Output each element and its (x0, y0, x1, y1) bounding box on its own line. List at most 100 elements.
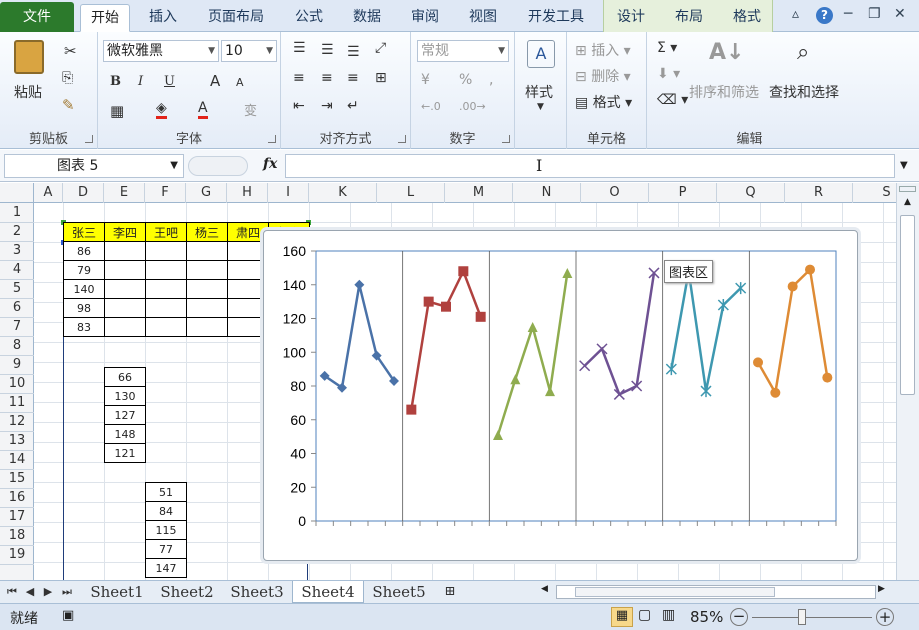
table-cell[interactable]: 147 (145, 558, 187, 578)
format-painter-icon[interactable]: ✎ (62, 96, 75, 114)
styles-button[interactable]: 样式 (525, 82, 553, 102)
insert-cells-button[interactable]: ⊞ 插入 ▾ (575, 40, 631, 60)
tab-file[interactable]: 文件 (0, 2, 74, 32)
table-cell[interactable] (104, 241, 146, 261)
align-middle-icon[interactable]: ☰ (321, 42, 334, 58)
row-header[interactable]: 19 (0, 545, 34, 565)
table-cell[interactable] (104, 317, 146, 337)
page-break-view-icon[interactable]: ▥ (662, 607, 675, 623)
shrink-font-button[interactable]: A (236, 76, 244, 89)
column-header[interactable]: A (34, 183, 63, 203)
sheet-tab[interactable]: Sheet3 (222, 581, 292, 603)
borders-icon[interactable]: ▦ (110, 102, 124, 120)
format-cells-button[interactable]: ▤ 格式 ▾ (575, 92, 632, 112)
help-icon[interactable]: ? (816, 7, 833, 24)
sort-filter-button[interactable]: 排序和筛选 (689, 82, 759, 102)
table-cell[interactable]: 79 (63, 260, 105, 280)
table-cell[interactable]: 66 (104, 367, 146, 387)
row-header[interactable]: 10 (0, 374, 34, 394)
fill-color-icon[interactable]: ◈ (156, 100, 167, 119)
fill-icon[interactable]: ⬇ ▾ (657, 66, 680, 82)
row-header[interactable]: 15 (0, 469, 34, 489)
paste-button[interactable]: 粘贴 (14, 82, 42, 102)
last-sheet-icon[interactable]: ⏭ (60, 581, 74, 603)
zoom-out-button[interactable]: − (730, 608, 748, 626)
table-cell[interactable]: 86 (63, 241, 105, 261)
paste-icon[interactable] (14, 40, 44, 74)
row-header[interactable]: 7 (0, 317, 34, 337)
row-header[interactable]: 1 (0, 203, 34, 223)
copy-icon[interactable]: ⎘ (62, 70, 73, 86)
row-header[interactable]: 12 (0, 412, 34, 432)
row-header[interactable]: 13 (0, 431, 34, 451)
column-header[interactable]: D (63, 183, 104, 203)
scroll-thumb[interactable] (575, 587, 775, 597)
table-cell[interactable] (104, 260, 146, 280)
decrease-indent-icon[interactable]: ⇤ (293, 98, 305, 114)
font-size-combo[interactable]: 10 ▼ (221, 40, 277, 62)
tab-home[interactable]: 开始 (80, 4, 130, 32)
split-handle[interactable] (899, 186, 916, 192)
table-cell[interactable] (186, 317, 228, 337)
prev-sheet-icon[interactable]: ◀ (24, 581, 36, 603)
first-sheet-icon[interactable]: ⏮ (6, 581, 18, 603)
row-header[interactable]: 5 (0, 279, 34, 299)
bold-button[interactable]: B (110, 74, 121, 89)
clipboard-dialog-launcher[interactable] (85, 135, 93, 143)
delete-cells-button[interactable]: ⊟ 删除 ▾ (575, 66, 631, 86)
font-color-button[interactable]: A (198, 100, 208, 119)
page-layout-view-icon[interactable]: ▢ (638, 607, 651, 623)
column-header[interactable]: K (309, 183, 377, 203)
column-header[interactable]: I (268, 183, 309, 203)
tab-view[interactable]: 视图 (458, 4, 508, 32)
minimize-ribbon-icon[interactable]: ▵ (792, 6, 799, 22)
table-cell[interactable]: 140 (63, 279, 105, 299)
table-cell[interactable] (145, 241, 187, 261)
cut-icon[interactable]: ✂ (64, 42, 77, 60)
table-cell[interactable] (186, 260, 228, 280)
table-cell[interactable]: 84 (145, 501, 187, 521)
find-select-icon[interactable]: ⌕ (797, 40, 809, 65)
insert-function-button[interactable]: fx (263, 156, 277, 172)
tab-data[interactable]: 数据 (342, 4, 392, 32)
wrap-text-icon[interactable]: ↵ (347, 98, 359, 114)
normal-view-icon[interactable]: ▦ (611, 607, 633, 627)
sort-filter-icon[interactable]: A↓ (709, 40, 744, 65)
table-cell[interactable] (186, 298, 228, 318)
table-header-cell[interactable]: 李四 (104, 222, 146, 242)
vertical-scrollbar[interactable]: ▲ (896, 183, 919, 580)
table-cell[interactable] (186, 241, 228, 261)
column-header[interactable]: M (445, 183, 513, 203)
align-bottom-icon[interactable]: ☰ (347, 44, 360, 60)
table-cell[interactable]: 127 (104, 405, 146, 425)
column-header[interactable]: G (186, 183, 227, 203)
zoom-level[interactable]: 85% (690, 608, 723, 626)
orientation-icon[interactable]: ⤢ (375, 40, 386, 56)
chart-area[interactable]: 0 20 40 60 80 100 120 140 160 图表区 (263, 230, 858, 561)
font-dialog-launcher[interactable] (268, 135, 276, 143)
comma-button[interactable]: , (489, 72, 493, 88)
table-cell[interactable] (186, 279, 228, 299)
column-header[interactable]: H (227, 183, 268, 203)
name-box[interactable]: 图表 5 ▼ (4, 154, 184, 178)
row-header[interactable]: 18 (0, 526, 34, 546)
tab-design[interactable]: 设计 (606, 4, 656, 32)
column-header[interactable]: R (785, 183, 853, 203)
table-cell[interactable]: 98 (63, 298, 105, 318)
tab-format[interactable]: 格式 (722, 4, 772, 32)
find-select-button[interactable]: 查找和选择 (769, 82, 839, 102)
sheet-tab[interactable]: Sheet1 (82, 581, 152, 603)
scroll-thumb[interactable] (900, 215, 915, 395)
table-cell[interactable]: 148 (104, 424, 146, 444)
expand-formula-bar-icon[interactable]: ▼ (900, 160, 908, 171)
row-header[interactable]: 16 (0, 488, 34, 508)
font-name-combo[interactable]: 微软雅黑 ▼ (103, 40, 219, 62)
tab-page-layout[interactable]: 页面布局 (196, 4, 276, 32)
zoom-slider-thumb[interactable] (798, 609, 806, 625)
formula-resize-handle[interactable] (188, 156, 248, 176)
zoom-slider-track[interactable] (752, 617, 872, 618)
next-sheet-icon[interactable]: ▶ (42, 581, 54, 603)
table-cell[interactable]: 121 (104, 443, 146, 463)
table-cell[interactable]: 130 (104, 386, 146, 406)
column-header[interactable]: P (649, 183, 717, 203)
